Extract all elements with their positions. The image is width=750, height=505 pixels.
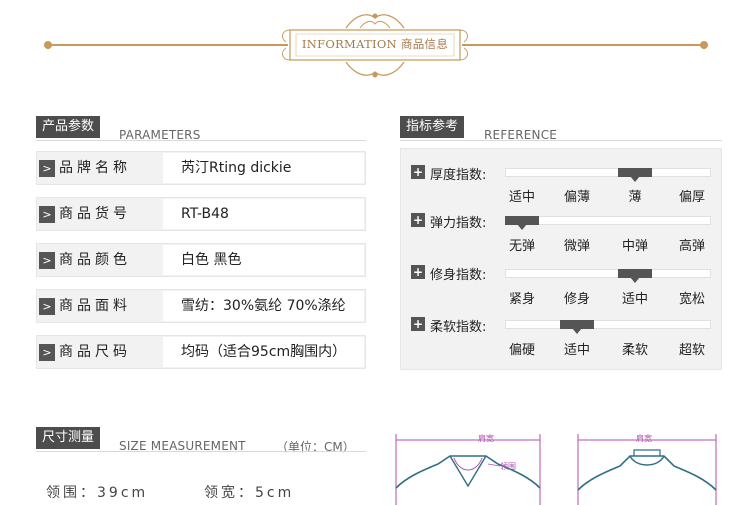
indicator-level: 适中	[508, 190, 535, 205]
param-label: 商品颜色	[59, 252, 131, 268]
plus-icon: +	[411, 213, 425, 227]
indicator-level: 宽松	[678, 292, 705, 307]
diagram-label-shoulder-back: 肩宽	[636, 434, 652, 443]
indicator-level: 修身	[563, 292, 590, 307]
chevron-right-icon: >	[39, 298, 55, 315]
param-row-item-no: > 商品货号 RT-B48	[36, 197, 366, 231]
param-label: 商品面料	[59, 298, 131, 314]
plus-icon: +	[411, 165, 425, 179]
indicator-level: 超软	[678, 343, 705, 358]
indicator-level: 适中	[621, 292, 648, 307]
parameters-tag: 产品参数	[36, 116, 101, 138]
size-tag: 尺寸测量	[36, 427, 101, 449]
param-label: 商品尺码	[59, 344, 131, 360]
indicator-track	[505, 168, 711, 182]
indicator-label: 柔软指数:	[430, 320, 487, 335]
indicator-level: 紧身	[508, 292, 535, 307]
reference-rule	[400, 140, 722, 141]
parameters-rule	[36, 140, 366, 141]
indicator-track	[505, 269, 711, 283]
indicator-marker	[618, 168, 652, 182]
param-label: 品牌名称	[59, 160, 131, 176]
indicator-level: 微弹	[563, 239, 590, 254]
indicator-label: 修身指数:	[430, 268, 487, 283]
collar-circumference: 领围：39cm	[46, 485, 149, 501]
indicator-level: 偏厚	[678, 190, 705, 205]
chevron-right-icon: >	[39, 344, 55, 361]
header-rule-right	[462, 44, 704, 46]
param-value: 均码（适合95cm胸围内）	[163, 337, 364, 367]
param-row-brand: > 品牌名称 芮汀Rting dickie	[36, 151, 366, 185]
indicator-track	[505, 216, 711, 230]
size-unit: （单位：CM）	[276, 440, 355, 454]
indicator-level: 无弹	[508, 239, 535, 254]
param-row-fabric: > 商品面料 雪纺：30%氨纶 70%涤纶	[36, 289, 366, 323]
plus-icon: +	[411, 265, 425, 279]
chevron-right-icon: >	[39, 252, 55, 269]
header-title: INFORMATION 商品信息	[301, 37, 449, 51]
param-value: 雪纺：30%氨纶 70%涤纶	[163, 291, 364, 321]
header-rule-dot-left	[44, 41, 52, 49]
indicator-level: 薄	[628, 190, 642, 205]
param-row-size: > 商品尺码 均码（适合95cm胸围内）	[36, 335, 366, 369]
param-value: 芮汀Rting dickie	[163, 153, 364, 183]
indicator-label: 弹力指数:	[430, 216, 487, 231]
param-label: 商品货号	[59, 206, 131, 222]
diagram-label-collar: 领围	[500, 462, 516, 471]
indicator-marker	[618, 269, 652, 283]
indicator-track	[505, 320, 711, 334]
indicator-label: 厚度指数:	[430, 168, 487, 183]
param-value: RT-B48	[163, 199, 364, 229]
chevron-right-icon: >	[39, 160, 55, 177]
indicator-level: 偏薄	[563, 190, 590, 205]
diagram-label-shoulder: 肩宽	[478, 434, 494, 443]
indicator-level: 中弹	[621, 239, 648, 254]
chevron-right-icon: >	[39, 206, 55, 223]
size-rule	[36, 451, 366, 452]
indicator-level: 适中	[563, 343, 590, 358]
collar-width: 领宽：5cm	[204, 485, 295, 501]
indicator-marker	[560, 320, 594, 334]
indicator-marker	[505, 216, 539, 230]
param-row-color: > 商品颜色 白色 黑色	[36, 243, 366, 277]
header-rule-dot-right	[700, 41, 708, 49]
indicator-level: 柔软	[621, 343, 648, 358]
param-value: 白色 黑色	[163, 245, 364, 275]
header-rule-left	[46, 44, 288, 46]
indicator-level: 高弹	[678, 239, 705, 254]
indicator-level: 偏硬	[508, 343, 535, 358]
reference-tag: 指标参考	[400, 116, 465, 138]
garment-diagram-front	[395, 434, 541, 505]
plus-icon: +	[411, 317, 425, 331]
